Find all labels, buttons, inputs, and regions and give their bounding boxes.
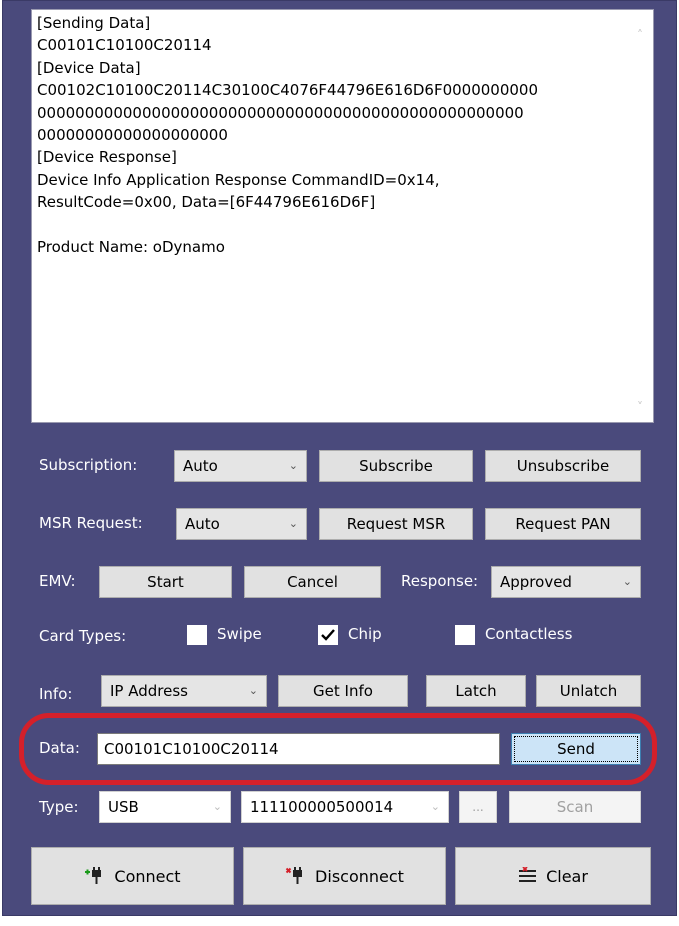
chevron-down-icon: ⌄ bbox=[212, 800, 222, 813]
subscription-label: Subscription: bbox=[39, 456, 138, 474]
msr-request-select[interactable]: Auto ⌄ bbox=[176, 508, 307, 540]
chevron-down-icon: ⌄ bbox=[288, 517, 298, 530]
chevron-down-icon: ⌄ bbox=[288, 459, 298, 472]
device-panel: [Sending Data] C00101C10100C20114 [Device … bbox=[2, 0, 677, 916]
msr-request-select-value: Auto bbox=[185, 515, 220, 533]
chip-checkbox[interactable] bbox=[318, 625, 338, 645]
disconnect-button[interactable]: Disconnect bbox=[243, 847, 446, 905]
output-line: 00000000000000000000 bbox=[37, 125, 228, 144]
checkmark-icon bbox=[321, 629, 335, 641]
output-line: C00101C10100C20114 bbox=[37, 36, 212, 55]
request-msr-button[interactable]: Request MSR bbox=[319, 508, 473, 540]
emv-label: EMV: bbox=[39, 572, 76, 590]
swipe-label: Swipe bbox=[217, 625, 262, 643]
unsubscribe-button[interactable]: Unsubscribe bbox=[485, 450, 641, 482]
emv-start-button[interactable]: Start bbox=[99, 566, 232, 598]
contactless-label: Contactless bbox=[485, 625, 573, 643]
type-select-value: USB bbox=[108, 798, 139, 816]
browse-button[interactable]: ... bbox=[459, 791, 497, 823]
connect-button[interactable]: Connect bbox=[31, 847, 234, 905]
chevron-down-icon: ⌄ bbox=[622, 575, 632, 588]
clear-list-icon bbox=[518, 867, 538, 885]
output-line: [Device Response] bbox=[37, 148, 177, 167]
request-pan-button[interactable]: Request PAN bbox=[485, 508, 641, 540]
output-line: ResultCode=0x00, Data=[6F44796E616D6F] bbox=[37, 193, 376, 212]
response-select-value: Approved bbox=[500, 573, 572, 591]
get-info-button[interactable]: Get Info bbox=[278, 675, 408, 707]
output-line: 0000000000000000000000000000000000000000… bbox=[37, 103, 524, 122]
card-types-label: Card Types: bbox=[39, 627, 127, 645]
connect-label: Connect bbox=[114, 866, 181, 886]
subscribe-button[interactable]: Subscribe bbox=[319, 450, 473, 482]
type-label: Type: bbox=[39, 798, 79, 816]
output-line: [Sending Data] bbox=[37, 14, 151, 32]
output-log[interactable]: [Sending Data] C00101C10100C20114 [Device … bbox=[31, 9, 654, 423]
subscription-select[interactable]: Auto ⌄ bbox=[174, 450, 307, 482]
type-select[interactable]: USB ⌄ bbox=[99, 791, 231, 823]
disconnect-label: Disconnect bbox=[315, 866, 404, 886]
response-select[interactable]: Approved ⌄ bbox=[491, 566, 641, 598]
subscription-select-value: Auto bbox=[183, 457, 218, 475]
swipe-checkbox[interactable] bbox=[187, 625, 207, 645]
unlatch-button[interactable]: Unlatch bbox=[536, 675, 641, 707]
info-label: Info: bbox=[39, 685, 73, 703]
clear-button[interactable]: Clear bbox=[455, 847, 651, 905]
response-label: Response: bbox=[401, 572, 479, 590]
output-line: [Device Data] bbox=[37, 58, 141, 77]
chevron-down-icon: ⌄ bbox=[430, 800, 440, 813]
msr-request-label: MSR Request: bbox=[39, 514, 143, 532]
plug-connect-icon bbox=[84, 867, 106, 885]
output-line: Product Name: oDynamo bbox=[37, 237, 225, 256]
clear-label: Clear bbox=[546, 866, 588, 886]
info-select[interactable]: IP Address ⌄ bbox=[101, 675, 267, 707]
output-line: Device Info Application Response Command… bbox=[37, 170, 440, 189]
scroll-down-icon[interactable]: ˅ bbox=[633, 400, 647, 414]
contactless-checkbox[interactable] bbox=[455, 625, 475, 645]
emv-cancel-button[interactable]: Cancel bbox=[244, 566, 381, 598]
scroll-up-icon[interactable]: ˄ bbox=[633, 28, 647, 42]
chevron-down-icon: ⌄ bbox=[248, 684, 258, 697]
device-select[interactable]: 111100000500014 ⌄ bbox=[241, 791, 449, 823]
device-select-value: 111100000500014 bbox=[250, 798, 394, 816]
data-label: Data: bbox=[39, 739, 80, 757]
data-input[interactable]: C00101C10100C20114 bbox=[97, 733, 500, 765]
send-button[interactable]: Send bbox=[511, 733, 641, 765]
output-line: C00102C10100C20114C30100C4076F44796E616D… bbox=[37, 81, 539, 100]
latch-button[interactable]: Latch bbox=[426, 675, 526, 707]
info-select-value: IP Address bbox=[110, 682, 188, 700]
scan-button[interactable]: Scan bbox=[509, 791, 641, 823]
plug-disconnect-icon bbox=[285, 867, 307, 885]
chip-label: Chip bbox=[348, 625, 382, 643]
